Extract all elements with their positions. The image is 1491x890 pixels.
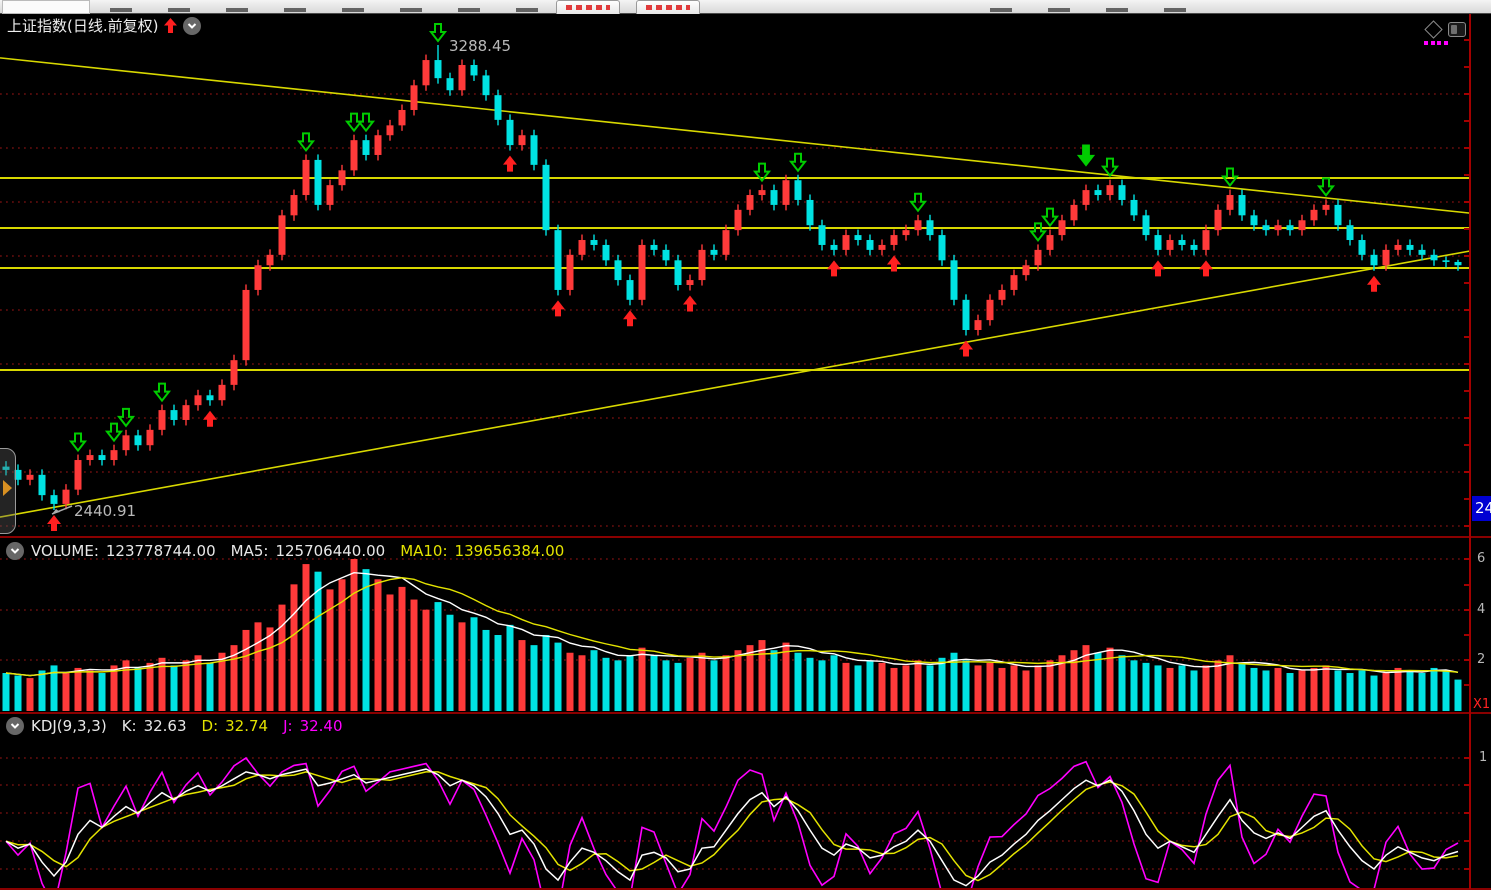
volume-value: 123778744.00 [106,542,216,560]
split-window-icon[interactable] [1448,22,1466,37]
diamond-tool-icon[interactable] [1424,20,1442,38]
kdj-d-value: 32.74 [225,717,268,735]
kdj-k-value: 32.63 [144,717,187,735]
ma5-label: MA5: [231,542,269,560]
trading-terminal: 上证指数(日线.前复权) 3288.45 2440.91 24 6 4 2 X1… [0,0,1491,890]
ma10-label: MA10: [400,542,447,560]
left-scroll-arrow-icon [3,480,12,496]
collapse-volume-icon[interactable] [6,542,24,560]
index-title: 上证指数(日线.前复权) [7,15,158,36]
title-collapse-icon[interactable] [183,17,201,35]
ma10-value: 139656384.00 [455,542,565,560]
magenta-dots-indicator [1424,41,1448,45]
kdj-j-value: 32.40 [300,717,343,735]
kdj-j-label: J: [283,717,292,735]
left-scroll-button[interactable] [0,448,16,534]
split-window-fill [1451,25,1457,34]
collapse-kdj-icon[interactable] [6,717,24,735]
kdj-d-label: D: [202,717,219,735]
volume-label: VOLUME: [31,542,99,560]
chart-canvas[interactable] [0,0,1491,890]
ma5-value: 125706440.00 [275,542,385,560]
kdj-k-label: K: [122,717,137,735]
up-arrow-icon [164,18,177,33]
kdj-label: KDJ(9,3,3) [31,717,107,735]
